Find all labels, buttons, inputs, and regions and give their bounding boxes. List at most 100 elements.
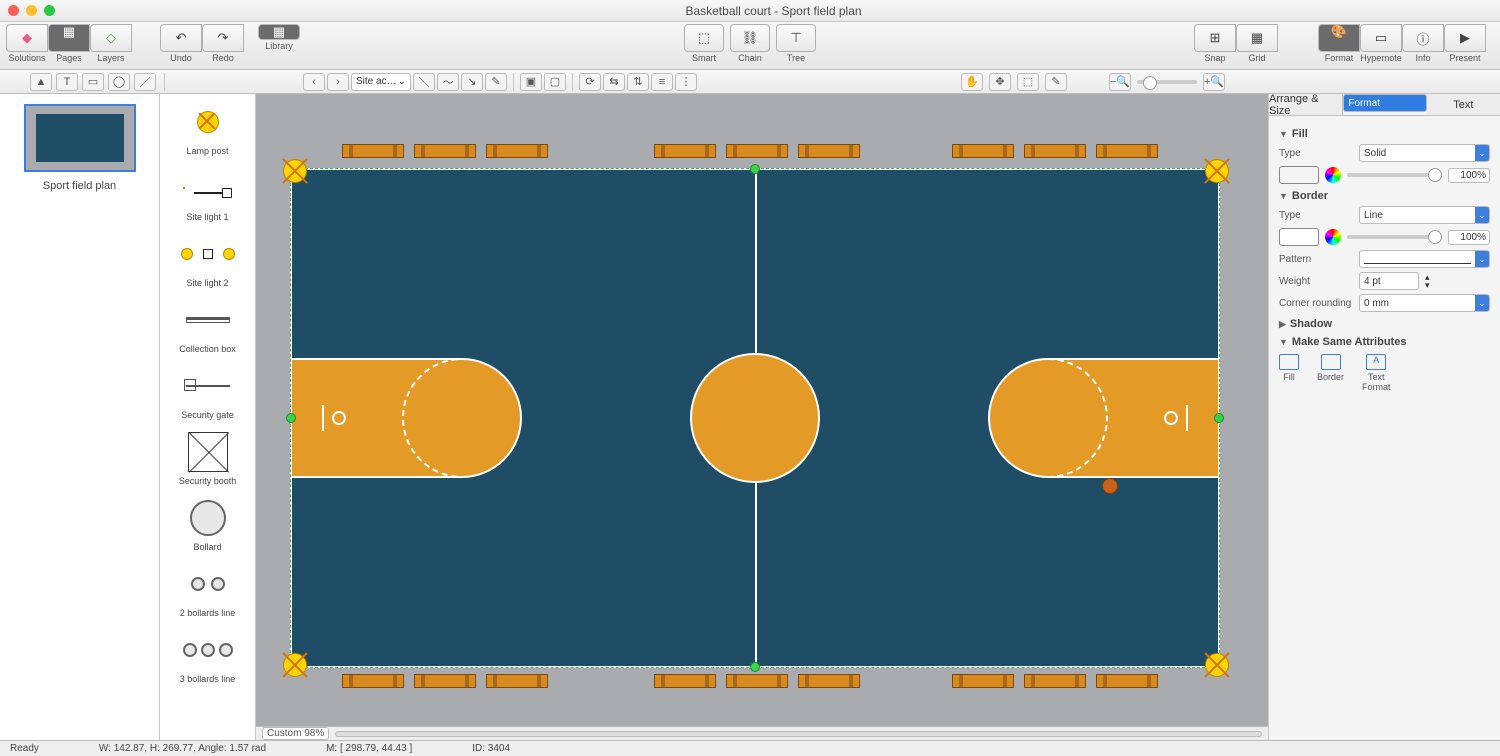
pages-button[interactable]: ▦ (48, 24, 90, 52)
lamp-post-shape[interactable] (1206, 160, 1228, 182)
curve-tool[interactable]: 〜 (437, 73, 459, 91)
bench-shape[interactable] (798, 144, 860, 158)
pan-tool[interactable]: ✥ (989, 73, 1011, 91)
zoom-slider[interactable] (1137, 80, 1197, 84)
horizontal-scrollbar[interactable]: Custom 98% (256, 726, 1268, 740)
color-wheel-icon[interactable] (1325, 229, 1341, 245)
smart-button[interactable]: ⬚ (684, 24, 724, 52)
lib-item-security-gate[interactable]: Security gate (164, 366, 251, 420)
hand-tool[interactable]: ✋ (961, 73, 983, 91)
selection-handle[interactable] (286, 413, 296, 423)
lib-back-button[interactable]: ‹ (303, 73, 325, 91)
selection-handle[interactable] (750, 164, 760, 174)
border-color-swatch[interactable] (1279, 228, 1319, 246)
border-type-select[interactable]: Line⌄ (1359, 206, 1490, 224)
grid-button[interactable]: ▦ (1236, 24, 1278, 52)
lib-item-collection-box[interactable]: Collection box (164, 300, 251, 354)
bench-shape[interactable] (486, 144, 548, 158)
flip-v-tool[interactable]: ⇅ (627, 73, 649, 91)
crop-tool[interactable]: ⬚ (1017, 73, 1039, 91)
minimize-icon[interactable] (26, 5, 37, 16)
present-button[interactable]: ▶ (1444, 24, 1486, 52)
zoom-in-button[interactable]: +🔍 (1203, 73, 1225, 91)
bench-shape[interactable] (726, 674, 788, 688)
bench-shape[interactable] (342, 144, 404, 158)
bench-shape[interactable] (414, 674, 476, 688)
msa-text-button[interactable]: AText Format (1362, 354, 1391, 392)
lib-item-security-booth[interactable]: Security booth (164, 432, 251, 486)
border-section-header[interactable]: ▼Border (1279, 190, 1490, 202)
zoom-select[interactable]: Custom 98% (262, 727, 329, 740)
border-opacity-value[interactable]: 100% (1448, 230, 1490, 245)
undo-button[interactable]: ↶ (160, 24, 202, 52)
lib-item-site-light-2[interactable]: Site light 2 (164, 234, 251, 288)
eyedropper-tool[interactable]: ✎ (1045, 73, 1067, 91)
info-button[interactable]: ⓘ (1402, 24, 1444, 52)
scrollbar-track[interactable] (335, 731, 1262, 737)
fill-opacity-slider[interactable] (1347, 173, 1442, 177)
line-diag-tool[interactable]: ／ (134, 73, 156, 91)
fill-section-header[interactable]: ▼Fill (1279, 128, 1490, 140)
msa-fill-button[interactable]: Fill (1279, 354, 1299, 392)
connector-tool[interactable]: ↘ (461, 73, 483, 91)
lib-item-bollard[interactable]: Bollard (164, 498, 251, 552)
bench-shape[interactable] (654, 144, 716, 158)
tab-arrange[interactable]: Arrange & Size (1269, 94, 1343, 115)
lib-item-3-bollards[interactable]: 3 bollards line (164, 630, 251, 684)
bench-shape[interactable] (952, 674, 1014, 688)
snap-button[interactable]: ⊞ (1194, 24, 1236, 52)
msa-section-header[interactable]: ▼Make Same Attributes (1279, 336, 1490, 348)
fill-opacity-value[interactable]: 100% (1448, 168, 1490, 183)
color-wheel-icon[interactable] (1325, 167, 1341, 183)
distribute-tool[interactable]: ⋮ (675, 73, 697, 91)
text-tool[interactable]: T (56, 73, 78, 91)
fill-type-select[interactable]: Solid⌄ (1359, 144, 1490, 162)
redo-button[interactable]: ↷ (202, 24, 244, 52)
msa-border-button[interactable]: Border (1317, 354, 1344, 392)
canvas[interactable]: Custom 98% (256, 94, 1268, 740)
selection-handle[interactable] (750, 662, 760, 672)
rect-tool[interactable]: ▭ (82, 73, 104, 91)
rotate-tool[interactable]: ⟳ (579, 73, 601, 91)
zoom-icon[interactable] (44, 5, 55, 16)
lib-item-site-light-1[interactable]: Site light 1 (164, 168, 251, 222)
bench-shape[interactable] (952, 144, 1014, 158)
lib-select[interactable]: Site ac…⌄ (351, 73, 411, 91)
format-button[interactable]: 🎨 (1318, 24, 1360, 52)
pencil-tool[interactable]: ✎ (485, 73, 507, 91)
zoom-out-button[interactable]: −🔍 (1109, 73, 1131, 91)
lamp-post-shape[interactable] (284, 654, 306, 676)
bench-shape[interactable] (486, 674, 548, 688)
chain-button[interactable]: ⛓ (730, 24, 770, 52)
bench-shape[interactable] (798, 674, 860, 688)
bench-shape[interactable] (726, 144, 788, 158)
bench-shape[interactable] (1024, 144, 1086, 158)
lib-item-2-bollards[interactable]: 2 bollards line (164, 564, 251, 618)
close-icon[interactable] (8, 5, 19, 16)
bench-shape[interactable] (1024, 674, 1086, 688)
bench-shape[interactable] (414, 144, 476, 158)
lamp-post-shape[interactable] (284, 160, 306, 182)
flip-h-tool[interactable]: ⇆ (603, 73, 625, 91)
corner-select[interactable]: 0 mm⌄ (1359, 294, 1490, 312)
pointer-tool[interactable]: ▲ (30, 73, 52, 91)
ellipse-tool[interactable]: ◯ (108, 73, 130, 91)
library-button[interactable]: ▦ (258, 24, 300, 40)
library-panel[interactable]: Lamp post Site light 1 Site light 2 Coll… (160, 94, 256, 740)
line-tool[interactable]: ＼ (413, 73, 435, 91)
bench-shape[interactable] (1096, 144, 1158, 158)
weight-input[interactable]: 4 pt (1359, 272, 1419, 290)
group-tool[interactable]: ▣ (520, 73, 542, 91)
page-thumbnail[interactable] (24, 104, 136, 172)
align-tool[interactable]: ≡ (651, 73, 673, 91)
tree-button[interactable]: ⊤ (776, 24, 816, 52)
stepper-icon[interactable]: ▴▾ (1425, 273, 1430, 289)
fill-color-swatch[interactable] (1279, 166, 1319, 184)
hypernote-button[interactable]: ▭ (1360, 24, 1402, 52)
tab-text[interactable]: Text (1427, 94, 1500, 115)
ungroup-tool[interactable]: ▢ (544, 73, 566, 91)
lamp-post-shape[interactable] (1206, 654, 1228, 676)
lib-item-lamp-post[interactable]: Lamp post (164, 102, 251, 156)
solutions-button[interactable]: ◆ (6, 24, 48, 52)
border-opacity-slider[interactable] (1347, 235, 1442, 239)
